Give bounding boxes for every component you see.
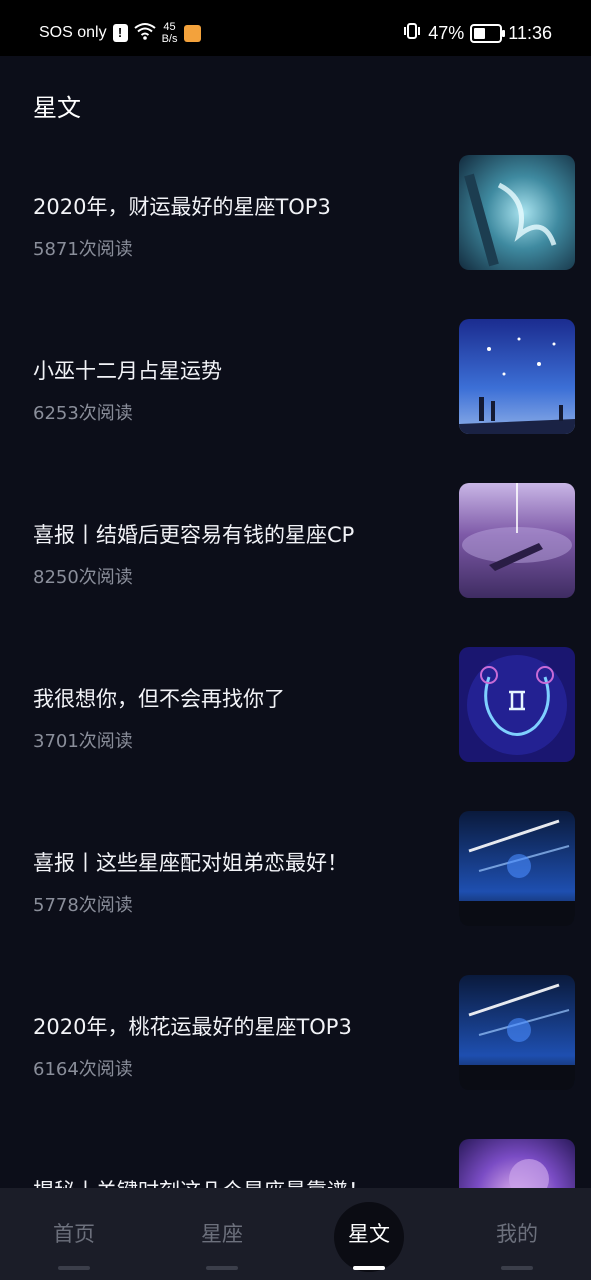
article-item[interactable]: 2020年，桃花运最好的星座TOP3 6164次阅读 [0,975,591,1139]
article-thumbnail[interactable] [459,319,575,434]
article-read-count: 6253次阅读 [33,403,133,424]
tab-label: 星文 [348,1222,390,1246]
article-read-count: 6164次阅读 [33,1059,133,1080]
article-read-count: 5871次阅读 [33,239,133,260]
article-thumbnail[interactable] [459,1139,575,1188]
article-thumbnail[interactable] [459,647,575,762]
article-read-count: 8250次阅读 [33,567,133,588]
article-item[interactable]: 喜报丨结婚后更容易有钱的星座CP 8250次阅读 [0,483,591,647]
article-thumbnail[interactable] [459,975,575,1090]
tab-constellation[interactable]: 星座 [148,1188,296,1280]
article-title: 2020年，桃花运最好的星座TOP3 [33,1015,352,1039]
article-title: 揭秘丨关键时刻这几个星座最靠谱！ [33,1175,369,1188]
tab-mine[interactable]: 我的 [443,1188,591,1280]
article-thumbnail[interactable] [459,155,575,270]
bottom-navigation: 首页 星座 星文 我的 [0,1188,591,1280]
page-title: 星文 [33,94,81,122]
tab-indicator [353,1266,385,1270]
tab-label: 我的 [496,1222,538,1246]
article-read-count: 5778次阅读 [33,895,133,916]
article-title: 喜报丨这些星座配对姐弟恋最好！ [33,851,348,875]
article-title: 2020年，财运最好的星座TOP3 [33,195,331,219]
article-title: 小巫十二月占星运势 [33,359,222,383]
tab-home[interactable]: 首页 [0,1188,148,1280]
article-thumbnail[interactable] [459,811,575,926]
tab-indicator [58,1266,90,1270]
article-item[interactable]: 2020年，财运最好的星座TOP3 5871次阅读 [0,155,591,319]
tab-indicator [206,1266,238,1270]
article-item[interactable]: 我很想你，但不会再找你了 3701次阅读 [0,647,591,811]
article-read-count: 3701次阅读 [33,731,133,752]
article-item[interactable]: 小巫十二月占星运势 6253次阅读 [0,319,591,483]
article-item[interactable]: 揭秘丨关键时刻这几个星座最靠谱！ [0,1139,591,1188]
article-list[interactable]: 星文 2020年，财运最好的星座TOP3 5871次阅读 小巫十二月占星运势 6… [0,0,591,1188]
article-thumbnail[interactable] [459,483,575,598]
tab-label: 首页 [53,1222,95,1246]
tab-indicator [501,1266,533,1270]
article-title: 喜报丨结婚后更容易有钱的星座CP [33,523,355,547]
tab-label: 星座 [201,1222,243,1246]
article-title: 我很想你，但不会再找你了 [33,687,285,711]
article-item[interactable]: 喜报丨这些星座配对姐弟恋最好！ 5778次阅读 [0,811,591,975]
tab-articles[interactable]: 星文 [295,1188,443,1280]
